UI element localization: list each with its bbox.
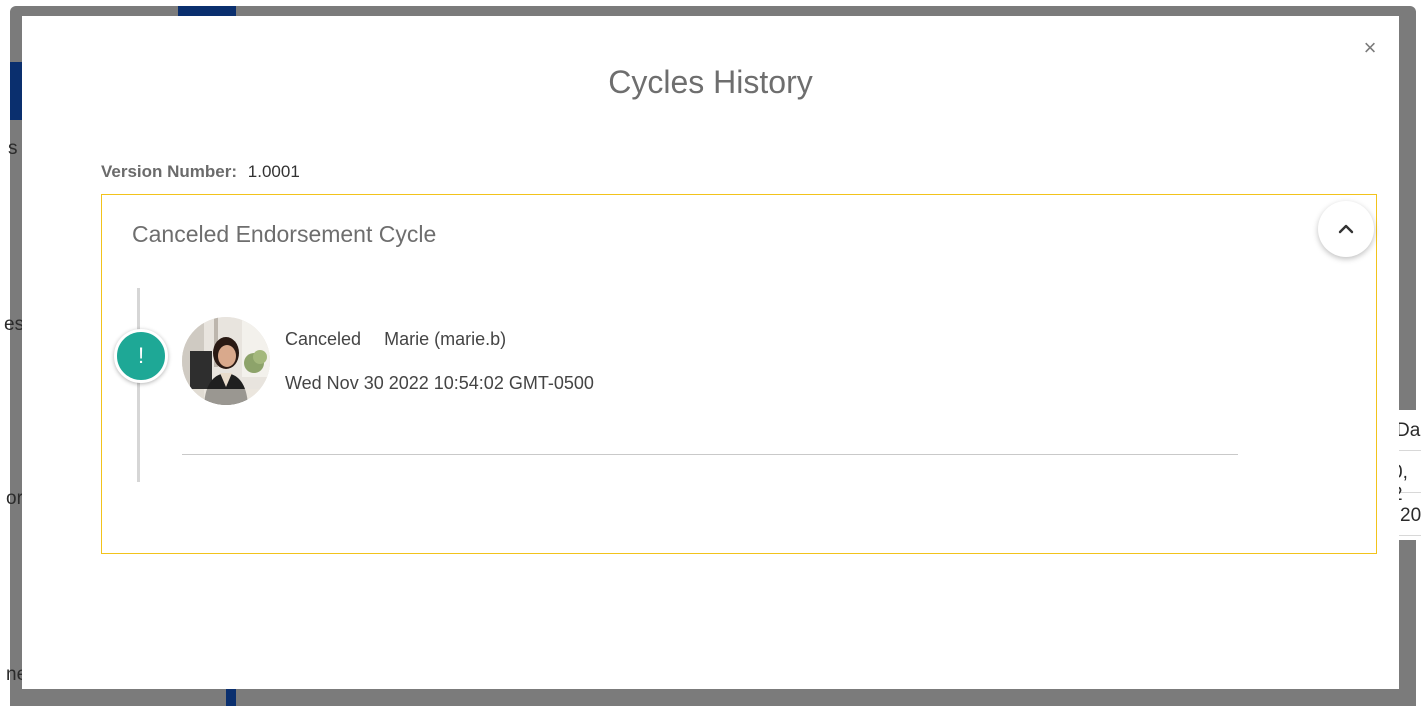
event-status: Canceled bbox=[285, 329, 362, 349]
avatar-photo bbox=[182, 317, 270, 405]
background-bottom-accent bbox=[226, 688, 236, 706]
close-button[interactable]: × bbox=[1358, 36, 1382, 60]
timeline-line bbox=[137, 288, 140, 482]
event-timestamp: Wed Nov 30 2022 10:54:02 GMT-0500 bbox=[285, 373, 594, 393]
collapse-button[interactable] bbox=[1318, 201, 1374, 257]
event-divider bbox=[182, 454, 1238, 455]
version-label: Version Number: bbox=[101, 162, 238, 181]
background-column-header: Da bbox=[1396, 420, 1421, 441]
avatar bbox=[182, 317, 270, 405]
background-footer bbox=[236, 690, 1416, 706]
close-icon: × bbox=[1363, 35, 1377, 60]
cycle-title: Canceled Endorsement Cycle bbox=[132, 221, 437, 247]
version-row: Version Number: 1.0001 bbox=[101, 162, 300, 182]
cycle-panel: Canceled Endorsement Cycle ! Canceled Ma… bbox=[101, 194, 1377, 554]
background-sidebar-accent bbox=[10, 62, 22, 120]
background-text-fragment: s bbox=[8, 138, 18, 159]
cycles-history-modal: × Cycles History Version Number: 1.0001 … bbox=[22, 16, 1399, 689]
event-user: Marie (marie.b) bbox=[384, 329, 507, 349]
event-summary: Canceled Marie (marie.b) bbox=[285, 329, 506, 350]
background-text-fragment: or bbox=[6, 488, 23, 509]
chevron-up-icon bbox=[1338, 224, 1354, 234]
version-value: 1.0001 bbox=[247, 162, 300, 181]
modal-title: Cycles History bbox=[608, 64, 813, 100]
background-table-cell: 20 bbox=[1400, 505, 1421, 526]
status-alert-icon: ! bbox=[114, 329, 168, 383]
